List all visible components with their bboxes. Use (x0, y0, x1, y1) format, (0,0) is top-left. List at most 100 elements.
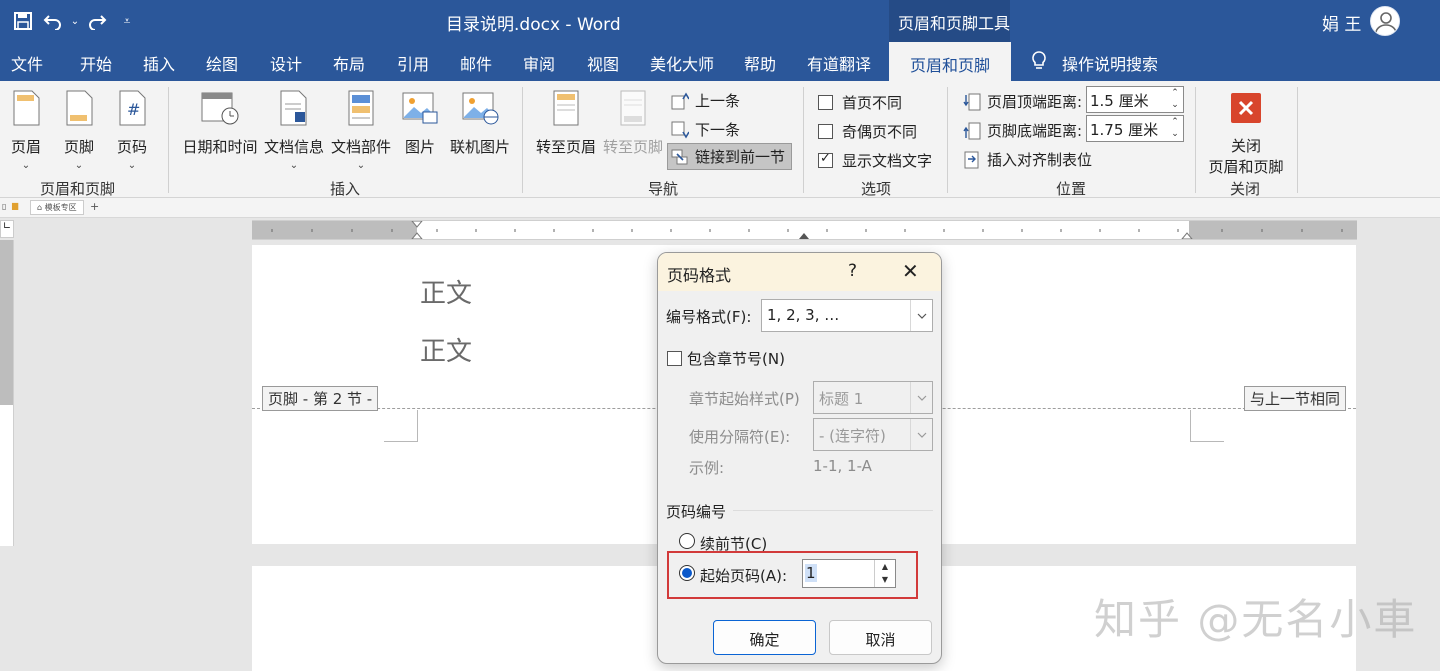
document-info-icon (280, 90, 307, 126)
number-format-select[interactable]: 1, 2, 3, … (761, 299, 933, 332)
tab-mailings[interactable]: 邮件 (460, 51, 492, 75)
diff-odd-even-checkbox[interactable]: 奇偶页不同 (818, 121, 917, 142)
tab-file[interactable]: 文件 (11, 51, 43, 75)
lightbulb-icon[interactable] (1030, 50, 1048, 76)
docinfo-button[interactable]: 文档信息 ⌄ (263, 90, 325, 171)
goto-footer-icon (620, 90, 646, 126)
checkbox-unchecked (818, 124, 833, 139)
close-header-footer-button[interactable]: 关闭 页眉和页脚 (1204, 92, 1288, 177)
avatar[interactable] (1370, 6, 1400, 36)
tab-help[interactable]: 帮助 (744, 51, 776, 75)
previous-section-icon (671, 91, 689, 109)
spinner-arrows-icon[interactable]: ⌃ ⌄ (1167, 87, 1183, 112)
tab-beautify[interactable]: 美化大师 (650, 51, 714, 75)
show-doc-text-checkbox[interactable]: 显示文档文字 (818, 150, 932, 171)
close-icon (1231, 93, 1261, 123)
tab-references[interactable]: 引用 (397, 51, 429, 75)
tell-me-search[interactable]: 操作说明搜索 (1062, 51, 1158, 75)
chevron-down-icon: ⌄ (74, 160, 84, 171)
redo-icon[interactable] (82, 6, 112, 36)
tab-design[interactable]: 设计 (270, 51, 302, 75)
header-button[interactable]: 页眉 ⌄ (8, 90, 44, 171)
group-label-insert: 插入 (330, 180, 361, 198)
dialog-title: 页码格式 (667, 266, 732, 285)
customize-qat-icon[interactable]: ⩡ (112, 6, 142, 36)
body-text-line[interactable]: 正文 (420, 331, 472, 368)
crop-mark (1190, 410, 1224, 442)
footer-bottom-distance-input[interactable]: 1.75 厘米 ⌃ ⌄ (1086, 115, 1184, 142)
group-divider (733, 510, 933, 511)
help-icon[interactable]: ? (848, 261, 857, 281)
watermark: 知乎 @无名小車 (1094, 595, 1418, 644)
start-at-radio[interactable] (679, 565, 695, 581)
ok-button[interactable]: 确定 (713, 620, 816, 655)
group-divider (947, 87, 948, 193)
group-label-position: 位置 (1056, 180, 1087, 198)
footer-bottom-distance-label: 页脚底端距离: (963, 120, 1082, 141)
template-zone-tab[interactable]: ⌂ 模板专区 (30, 200, 84, 215)
checkbox-checked (818, 151, 833, 168)
online-picture-button[interactable]: 联机图片 (449, 90, 511, 157)
tab-insert[interactable]: 插入 (143, 51, 175, 75)
goto-footer-button[interactable]: 转至页脚 (602, 90, 664, 157)
add-tab-icon[interactable]: + (90, 200, 99, 213)
tab-review[interactable]: 审阅 (523, 51, 555, 75)
separator-select[interactable]: - (连字符) (813, 418, 933, 451)
folder-icon[interactable]: ▆ (12, 201, 18, 210)
chevron-down-icon: ⌄ (21, 160, 31, 171)
datetime-button[interactable]: 日期和时间 (181, 90, 259, 157)
checkbox-unchecked (818, 95, 833, 110)
undo-icon[interactable] (38, 6, 68, 36)
tab-youdao[interactable]: 有道翻译 (807, 51, 871, 75)
tab-draw[interactable]: 绘图 (206, 51, 238, 75)
group-divider (803, 87, 804, 193)
horizontal-ruler[interactable] (252, 220, 1357, 240)
svg-text:#: # (127, 100, 140, 119)
header-top-distance-label: 页眉顶端距离: (963, 91, 1082, 112)
header-top-distance-input[interactable]: 1.5 厘米 ⌃ ⌄ (1086, 86, 1184, 113)
header-distance-icon (963, 93, 981, 110)
tab-view[interactable]: 视图 (587, 51, 619, 75)
chevron-down-icon (910, 382, 932, 413)
spinner-arrows-icon[interactable]: ▲ ▼ (874, 560, 895, 587)
header-icon (13, 90, 40, 126)
spinner-arrows-icon[interactable]: ⌃ ⌄ (1167, 116, 1183, 141)
user-name[interactable]: 娟 王 (1322, 10, 1361, 35)
insert-align-tab-button[interactable]: 插入对齐制表位 (963, 149, 1092, 170)
start-at-input[interactable]: 1 ▲ ▼ (802, 559, 896, 588)
online-picture-icon (462, 92, 499, 125)
tab-layout[interactable]: 布局 (333, 51, 365, 75)
docparts-button[interactable]: 文档部件 ⌄ (330, 90, 392, 171)
chapter-style-label: 章节起始样式(P) (689, 390, 800, 408)
body-text-line[interactable]: 正文 (420, 273, 472, 310)
calendar-clock-icon (201, 92, 239, 125)
goto-header-icon (553, 90, 579, 126)
link-to-previous-button[interactable]: 链接到前一节 (667, 143, 793, 170)
picture-button[interactable]: 图片 (400, 90, 440, 157)
cancel-button[interactable]: 取消 (829, 620, 932, 655)
save-icon[interactable] (8, 6, 38, 36)
tab-header-footer[interactable]: 页眉和页脚 (889, 42, 1012, 81)
page-number-button[interactable]: # 页码 ⌄ (114, 90, 150, 171)
document-icon: ▯ (2, 202, 7, 211)
include-chapter-checkbox[interactable]: 包含章节号(N) (667, 348, 785, 369)
tab-selector[interactable]: ∟ (0, 220, 14, 238)
vertical-ruler[interactable] (0, 240, 14, 546)
continue-prev-radio[interactable] (679, 533, 695, 549)
next-button[interactable]: 下一条 (671, 119, 740, 140)
dialog-titlebar[interactable]: 页码格式 ? ✕ (658, 253, 941, 291)
quick-parts-icon (348, 90, 374, 126)
footer-button[interactable]: 页脚 ⌄ (61, 90, 97, 171)
footer-icon (66, 90, 93, 126)
previous-button[interactable]: 上一条 (671, 90, 740, 111)
close-icon[interactable]: ✕ (902, 259, 919, 283)
goto-header-button[interactable]: 转至页眉 (535, 90, 597, 157)
page-number-icon: # (119, 90, 146, 126)
chapter-style-select[interactable]: 标题 1 (813, 381, 933, 414)
undo-dropdown-icon[interactable]: ⌄ (68, 6, 82, 36)
same-as-previous-label: 与上一节相同 (1244, 386, 1347, 411)
tab-home[interactable]: 开始 (80, 51, 112, 75)
start-at-label[interactable]: 起始页码(A): (700, 565, 787, 586)
diff-first-page-checkbox[interactable]: 首页不同 (818, 92, 902, 113)
crop-mark (384, 410, 418, 442)
